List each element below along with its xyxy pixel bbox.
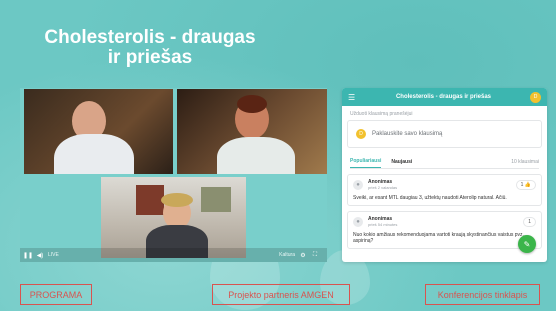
partner-button[interactable]: Projekto partneris AMGEN xyxy=(212,284,350,305)
user-icon: ● xyxy=(353,179,363,190)
player-brand: Kaltura xyxy=(279,252,295,258)
question-item: ● Anonimas prieš 54 minutes 1 Nuo kokio … xyxy=(347,211,542,249)
tab-popular[interactable]: Populiariausi xyxy=(350,158,382,168)
user-avatar[interactable]: D xyxy=(530,91,541,103)
menu-icon[interactable]: ☰ xyxy=(348,93,357,102)
like-button[interactable]: 1 xyxy=(523,216,536,227)
like-count: 1 xyxy=(520,181,524,188)
volume-icon[interactable]: ◀) xyxy=(36,251,44,259)
video-controls: ❚❚ ◀) LIVE Kaltura ⚙ ⛶ xyxy=(20,248,327,262)
question-text: Sveiki, ar esant MTL daugiau 3, užtektų … xyxy=(353,195,507,201)
qa-tabs: Populiariausi Naujausi 10 klausimai xyxy=(350,156,539,169)
tab-newest[interactable]: Naujausi xyxy=(391,159,412,168)
participant-video xyxy=(101,177,246,258)
like-count: 1 xyxy=(528,218,531,225)
question-text: Nuo kokio amžiaus rekomenduojama vartoti… xyxy=(353,232,526,244)
pause-icon[interactable]: ❚❚ xyxy=(23,251,33,259)
ask-placeholder: Paklauskite savo klausimą xyxy=(372,131,443,137)
conference-website-button[interactable]: Konferencijos tinklapis xyxy=(425,284,540,305)
thumbs-up-icon: 👍 xyxy=(524,181,531,188)
live-label: LIVE xyxy=(48,252,59,258)
like-button[interactable]: 1 👍 xyxy=(515,179,536,190)
user-icon: ● xyxy=(353,216,363,227)
qa-subtitle: Užduoti klausimą pranešėjui xyxy=(350,111,413,117)
edit-icon: ✎ xyxy=(523,239,531,249)
video-player[interactable]: ❚❚ ◀) LIVE Kaltura ⚙ ⛶ xyxy=(20,88,327,262)
question-item: ● Anonimas prieš 2 valandas 1 👍 Sveiki, … xyxy=(347,174,542,206)
page-title: Cholesterolis - draugas ir priešas xyxy=(44,27,256,68)
fullscreen-icon[interactable]: ⛶ xyxy=(311,251,319,259)
settings-icon[interactable]: ⚙ xyxy=(299,251,307,259)
qa-title: Cholesterolis - draugas ir priešas xyxy=(395,94,492,100)
question-time: prieš 2 valandas xyxy=(368,185,398,190)
compose-question-button[interactable]: ✎ xyxy=(518,235,536,253)
ask-question-input[interactable]: D Paklauskite savo klausimą xyxy=(347,120,542,148)
participant-video xyxy=(177,89,327,174)
question-count: 10 klausimai xyxy=(511,159,539,165)
participant-video xyxy=(24,89,173,174)
program-button[interactable]: PROGRAMA xyxy=(20,284,92,305)
qa-panel: ☰ Cholesterolis - draugas ir priešas D U… xyxy=(342,88,547,262)
user-avatar: D xyxy=(356,129,366,139)
question-time: prieš 54 minutes xyxy=(368,222,398,227)
qa-header: ☰ Cholesterolis - draugas ir priešas D xyxy=(342,88,547,106)
